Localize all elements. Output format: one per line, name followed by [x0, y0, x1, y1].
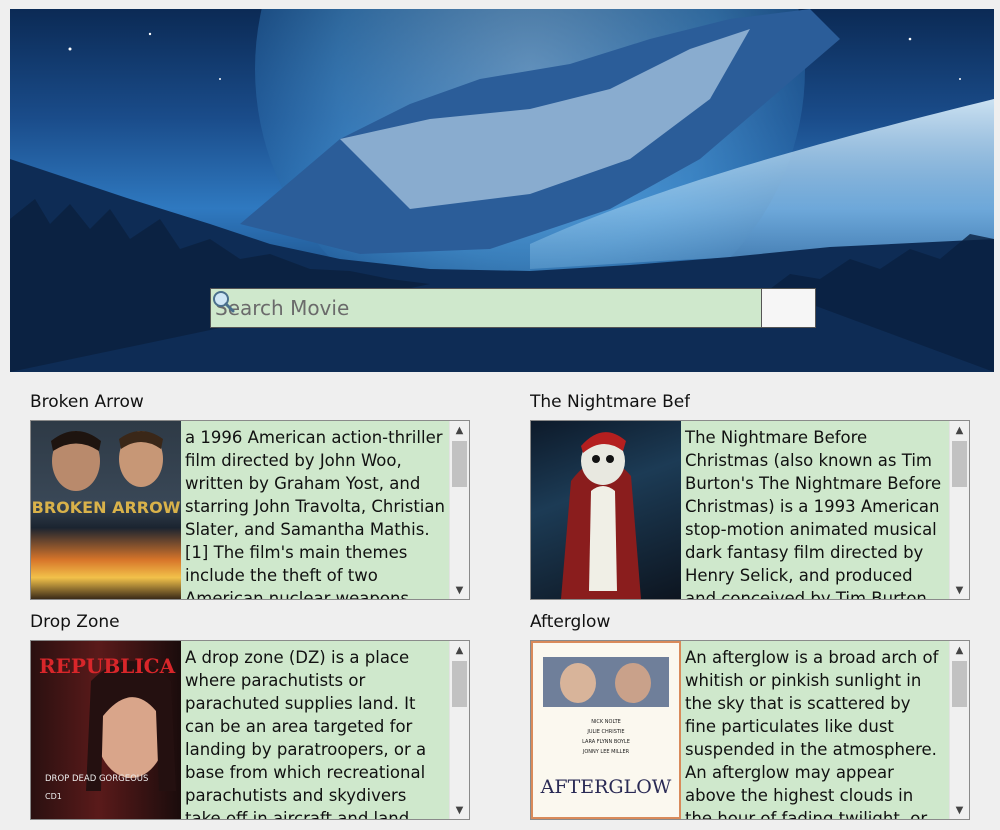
scroll-down-icon[interactable]: ▼ — [450, 581, 469, 599]
movie-poster — [531, 421, 681, 599]
description-scrollbar[interactable]: ▲ ▼ — [949, 421, 969, 599]
magnifier-icon — [213, 291, 235, 313]
movie-title: Afterglow — [530, 612, 611, 632]
movie-title: Broken Arrow — [30, 392, 144, 412]
hero-banner — [10, 9, 994, 372]
movie-card: Afterglow NICK NOLTE JULIE CHRISTIE LARA… — [530, 612, 970, 820]
movie-poster: REPUBLICA DROP DEAD GORGEOUS CD1 — [31, 641, 181, 819]
poster-subtitle: DROP DEAD GORGEOUS — [45, 774, 148, 784]
poster-credit: JULIE CHRISTIE — [586, 729, 624, 735]
movie-description[interactable]: A drop zone (DZ) is a place where parach… — [181, 641, 449, 819]
movie-card: The Nightmare Before Christmas The Night… — [530, 392, 970, 600]
movie-description[interactable]: a 1996 American action-thriller film dir… — [181, 421, 449, 599]
movie-description[interactable]: The Nightmare Before Christmas (also kno… — [681, 421, 949, 599]
movie-card: Drop Zone REPUBLICA DROP DEAD GORGEOUS C… — [30, 612, 470, 820]
search-bar — [210, 288, 816, 328]
description-scrollbar[interactable]: ▲ ▼ — [949, 641, 969, 819]
search-input[interactable] — [210, 288, 761, 328]
poster-disc-label: CD1 — [45, 792, 62, 801]
poster-title: REPUBLICA — [39, 654, 176, 678]
scroll-thumb[interactable] — [452, 441, 467, 487]
description-scrollbar[interactable]: ▲ ▼ — [449, 421, 469, 599]
scroll-down-icon[interactable]: ▼ — [450, 801, 469, 819]
scroll-thumb[interactable] — [452, 661, 467, 707]
movie-card: Broken Arrow BROKEN ARROW a 1996 America… — [30, 392, 470, 600]
description-scrollbar[interactable]: ▲ ▼ — [449, 641, 469, 819]
poster-credit: NICK NOLTE — [591, 719, 621, 725]
scroll-down-icon[interactable]: ▼ — [950, 581, 969, 599]
poster-title: BROKEN ARROW — [32, 498, 181, 517]
movie-title: The Nightmare Before Christmas — [530, 392, 690, 412]
movie-details: BROKEN ARROW a 1996 American action-thri… — [30, 420, 470, 600]
movie-details: NICK NOLTE JULIE CHRISTIE LARA FLYNN BOY… — [530, 640, 970, 820]
movie-details: The Nightmare Before Christmas (also kno… — [530, 420, 970, 600]
search-button[interactable] — [213, 288, 816, 328]
scroll-thumb[interactable] — [952, 441, 967, 487]
movie-poster: NICK NOLTE JULIE CHRISTIE LARA FLYNN BOY… — [531, 641, 681, 819]
scroll-thumb[interactable] — [952, 661, 967, 707]
movie-title: Drop Zone — [30, 612, 120, 632]
movie-details: REPUBLICA DROP DEAD GORGEOUS CD1 A drop … — [30, 640, 470, 820]
scroll-up-icon[interactable]: ▲ — [450, 641, 469, 659]
scroll-up-icon[interactable]: ▲ — [950, 641, 969, 659]
scroll-down-icon[interactable]: ▼ — [950, 801, 969, 819]
movie-description[interactable]: An afterglow is a broad arch of whitish … — [681, 641, 949, 819]
scroll-up-icon[interactable]: ▲ — [950, 421, 969, 439]
poster-title: AFTERGLOW — [540, 776, 672, 798]
poster-credit: LARA FLYNN BOYLE — [582, 739, 630, 745]
scroll-up-icon[interactable]: ▲ — [450, 421, 469, 439]
poster-credit: JONNY LEE MILLER — [582, 749, 630, 755]
movie-poster: BROKEN ARROW — [31, 421, 181, 599]
